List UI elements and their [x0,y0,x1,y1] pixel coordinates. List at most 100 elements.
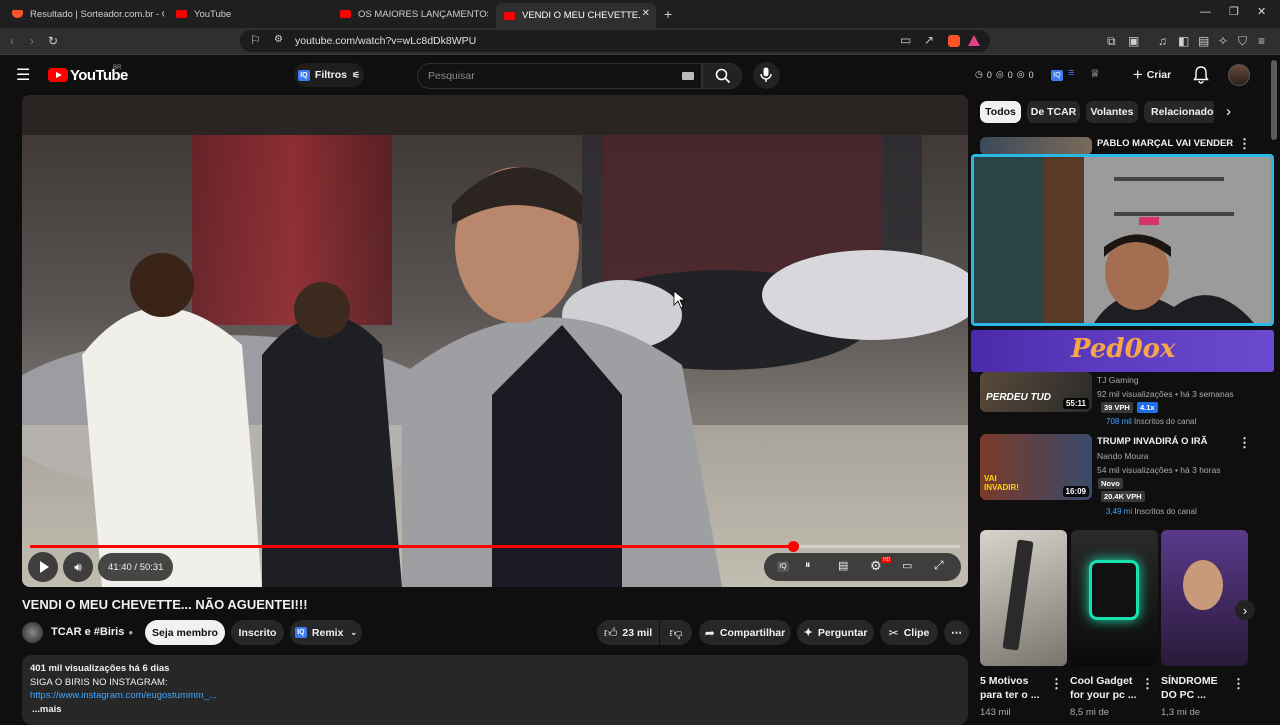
vph-badge: 20.4K VPH [1101,491,1145,502]
search-button[interactable] [702,63,742,89]
show-more-link[interactable]: ...mais [32,704,62,715]
rec-title[interactable]: PABLO MARÇAL VAI VENDER [1097,138,1233,149]
short-thumbnail[interactable] [1161,530,1248,666]
rec-title[interactable]: TRUMP INVADIRÁ O IRÃ [1097,436,1207,447]
channel-name[interactable]: TCAR e #Biris ● [51,626,133,638]
scissors-icon: ✂ [888,625,899,640]
subtitles-icon[interactable]: ▤ [838,559,848,572]
back-icon[interactable]: ‹ [10,34,14,48]
gadget-image [1089,560,1139,620]
voice-search-button[interactable] [753,62,780,89]
short-thumbnail[interactable] [1071,530,1158,666]
minimize-icon[interactable]: — [1200,6,1211,18]
extensions-icon[interactable]: ⧉ [1107,34,1116,48]
progress-bar[interactable] [30,541,960,552]
menu-icon[interactable]: ≡ [1258,34,1265,48]
create-button[interactable]: + Criar [1125,62,1179,88]
leo-ai-icon[interactable]: ✧ [1218,34,1228,48]
vpn-icon[interactable]: ⛉ [1238,34,1247,48]
more-actions-button[interactable]: ⋯ [944,620,969,645]
notifications-bell-icon[interactable] [1193,66,1209,84]
miniplayer-icon[interactable]: ▭ [902,559,912,572]
wallet-icon[interactable]: ▤ [1198,34,1209,48]
description-box[interactable]: 401 mil visualizações há 6 dias SIGA O B… [22,655,968,725]
chip-volantes[interactable]: Volantes [1086,101,1138,123]
more-vertical-icon[interactable]: ⋮ [1232,676,1245,692]
fullscreen-icon[interactable]: ⤢ [934,558,944,573]
like-button[interactable]: 👍︎ 23 mil [597,620,659,645]
share-label: Compartilhar [719,626,786,639]
share-icon[interactable]: ↗ [924,33,934,47]
new-tab-icon[interactable]: + [664,6,672,22]
tab-title: YouTube [194,8,232,20]
hamburger-menu-icon[interactable]: ☰ [16,65,30,85]
site-info-icon[interactable]: ⚙ [274,33,283,47]
ask-button[interactable]: ✦ Perguntar [797,620,874,645]
filters-button[interactable]: IQ Filtros ⚟ [294,63,364,87]
chevron-right-icon[interactable]: › [1226,103,1231,120]
shorts-next-button[interactable]: › [1235,600,1255,620]
rec-channel[interactable]: TJ Gaming [1097,375,1139,385]
chip-label: De TCAR [1030,106,1077,118]
short-thumbnail[interactable] [980,530,1067,666]
keyboard-icon[interactable] [682,72,694,80]
search-input[interactable]: Pesquisar [417,63,702,89]
channel-avatar[interactable] [22,622,43,643]
brave-shields-icon[interactable] [948,35,960,47]
settings-gear-icon[interactable]: ⚙ [870,558,882,574]
remix-button[interactable]: IQ Remix ⌄ [290,620,362,645]
address-bar[interactable]: ⚐ ⚙ youtube.com/watch?v=wLc8dDk8WPU ▭ ↗ [240,30,990,52]
volume-button[interactable]: 🔊︎ [63,552,93,582]
rec-channel[interactable]: Nando Moura [1097,451,1149,461]
pause-autoplay-icon[interactable]: ⏸︎ [805,559,811,572]
chip-from-tcar[interactable]: De TCAR [1027,101,1080,123]
rec-thumbnail[interactable]: VAI INVADIR! 16:09 [980,434,1092,500]
screenshot-icon[interactable]: ▣ [1128,34,1139,48]
cast-icon[interactable]: ▭ [900,33,911,47]
brave-rewards-icon[interactable] [968,35,980,46]
browser-tab[interactable]: OS MAIORES LANÇAMENTOS DO CI [332,3,488,25]
dislike-button[interactable]: 👎︎ [660,620,692,645]
scrubber-handle[interactable] [787,541,799,552]
sidebar-icon[interactable]: ◧ [1178,34,1189,48]
iq-icon[interactable]: IQ [1051,70,1063,81]
video-player[interactable]: 🔊︎ 41:40 / 50:31 IQ ⏸︎ ▤ ⚙ HD ▭ ⤢ [22,95,968,587]
media-icon[interactable]: ♫ [1158,34,1167,48]
close-tab-icon[interactable]: ✕ [642,8,650,19]
bookmark-icon[interactable]: ⚐ [250,33,261,47]
rec-thumbnail[interactable]: PERDEU TUD 55:11 [980,372,1092,412]
rec-thumbnail[interactable] [980,137,1092,155]
subscribed-button[interactable]: Inscrito [231,620,284,645]
short-title[interactable]: 5 Motivos para ter o ... [980,674,1050,702]
browser-tab-active[interactable]: VENDI O MEU CHEVETTE... NÃO ✕ [496,3,656,28]
reload-icon[interactable]: ↻ [48,34,58,48]
trophy-icon[interactable]: ♕ [1090,67,1100,80]
short-title[interactable]: Cool Gadget for your pc ... [1070,674,1140,702]
chip-all[interactable]: Todos [980,101,1021,123]
browser-tab[interactable]: YouTube [168,3,328,25]
more-vertical-icon[interactable]: ⋮ [1050,676,1063,692]
page-scrollbar[interactable] [1271,60,1277,140]
chip-related[interactable]: Relacionados [1144,101,1214,123]
browser-tab[interactable]: Resultado | Sorteador.com.br - O Site [4,3,164,25]
clip-button[interactable]: ✂ Clipe [880,620,938,645]
more-vertical-icon[interactable]: ⋮ [1238,435,1251,451]
play-button[interactable] [28,552,58,582]
forward-icon[interactable]: › [30,34,34,48]
short-title[interactable]: SÍNDROME DO PC ... [1161,674,1231,702]
chevron-right-icon: › [1242,602,1248,618]
join-button[interactable]: Seja membro [145,620,225,645]
banner-brand: Ped0ox [1071,334,1176,364]
rec-views: 92 mil visualizações • há 3 semanas [1097,389,1234,399]
more-vertical-icon[interactable]: ⋮ [1141,676,1154,692]
close-window-icon[interactable]: ✕ [1257,5,1266,18]
sparkle-icon: ✦ [803,627,813,639]
share-button[interactable]: ➦ Compartilhar [699,620,791,645]
instagram-link[interactable]: https://www.instagram.com/eugostummm_... [30,690,217,701]
list-icon[interactable]: ≡ [1068,67,1074,79]
more-vertical-icon[interactable]: ⋮ [1238,136,1251,152]
iq-icon[interactable]: IQ [777,561,789,572]
hd-badge: HD [882,557,892,563]
restore-icon[interactable]: ❐ [1229,5,1239,18]
avatar[interactable] [1228,64,1250,86]
